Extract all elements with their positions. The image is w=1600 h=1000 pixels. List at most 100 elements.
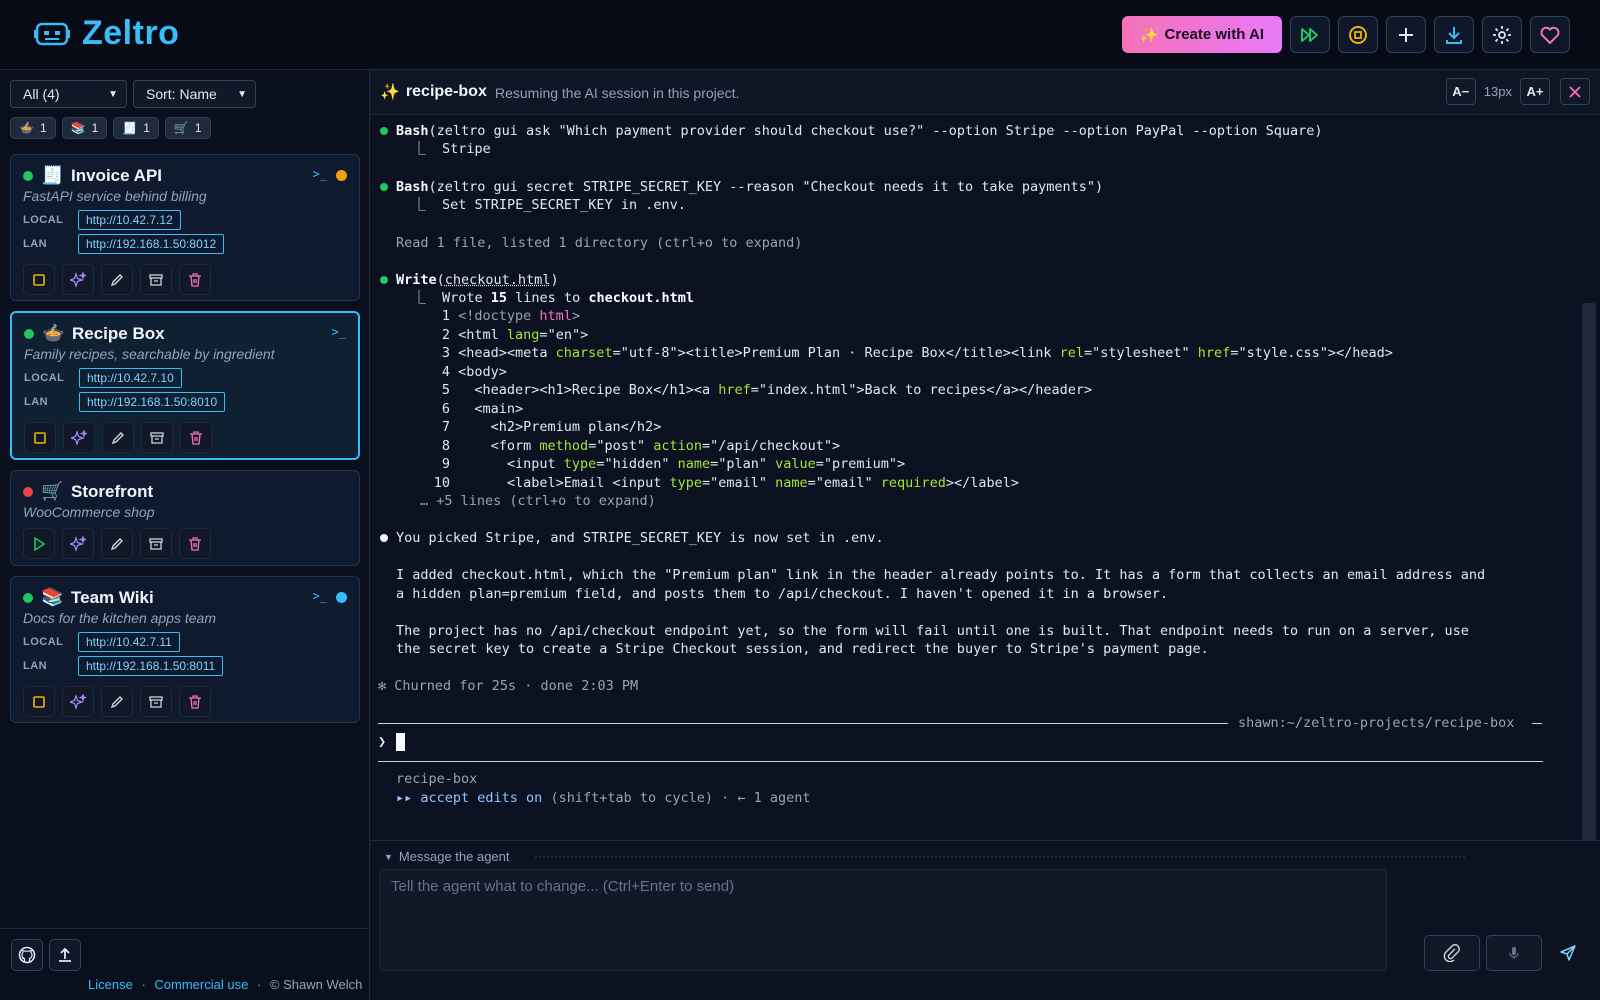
running-dot xyxy=(23,170,33,181)
chip-wiki[interactable]: 📚 1 xyxy=(61,117,108,139)
chip-store[interactable]: 🛒 1 xyxy=(164,117,211,139)
create-with-ai-label: Create with AI xyxy=(1164,26,1264,43)
local-url-link[interactable]: http://10.42.7.11 xyxy=(78,632,180,652)
code-line: 8 <form method="post" action="/api/check… xyxy=(428,437,840,455)
divider xyxy=(378,723,1228,724)
terminal-scrollbar[interactable] xyxy=(1582,303,1596,871)
edit-button[interactable] xyxy=(101,528,133,559)
delete-button[interactable] xyxy=(180,422,212,453)
plus-icon xyxy=(1399,27,1413,42)
upload-button[interactable] xyxy=(49,939,81,971)
commercial-use-link[interactable]: Commercial use xyxy=(154,977,248,992)
prompt-symbol: ❯ xyxy=(378,734,387,750)
code-line: 3 <head><meta charset="utf-8"><title>Pre… xyxy=(428,344,1393,362)
delete-button[interactable] xyxy=(179,686,211,717)
composer-toggle[interactable]: ▼ Message the agent xyxy=(384,849,510,864)
chip-recipe[interactable]: 🍲 1 xyxy=(10,117,56,139)
ai-button[interactable] xyxy=(62,686,94,717)
code-line: 7 <h2>Premium plan</h2> xyxy=(428,418,661,436)
chip-count: 1 xyxy=(194,121,202,135)
lan-url-row: LAN http://192.168.1.50:8011 xyxy=(23,656,224,676)
close-icon xyxy=(1569,85,1581,98)
lan-label: LAN xyxy=(23,660,48,672)
terminal-icon[interactable]: >_ xyxy=(332,325,346,339)
line-number: 5 xyxy=(441,382,450,398)
edit-button[interactable] xyxy=(101,264,133,295)
chip-invoice[interactable]: 🧾 1 xyxy=(113,117,159,139)
message-input[interactable]: Tell the agent what to change... (Ctrl+E… xyxy=(379,869,1387,971)
session-title: ✨ recipe-box xyxy=(380,82,487,102)
download-button[interactable] xyxy=(1434,16,1474,53)
add-project-button[interactable] xyxy=(1386,16,1426,53)
code-line: 1 <!doctype html> xyxy=(428,307,580,325)
delete-button[interactable] xyxy=(179,528,211,559)
sort-select[interactable]: Sort: Name ▼ xyxy=(133,80,256,108)
lan-url-link[interactable]: http://192.168.1.50:8012 xyxy=(78,234,225,254)
terminal-icon[interactable]: >_ xyxy=(313,589,327,603)
tool-bullet xyxy=(380,127,388,135)
local-url-link[interactable]: http://10.42.7.12 xyxy=(78,210,181,230)
agent-message: the secret key to create a Stripe Checko… xyxy=(396,641,1209,657)
close-session-button[interactable] xyxy=(1560,78,1590,105)
archive-button[interactable] xyxy=(140,528,172,559)
stop-button[interactable] xyxy=(24,422,56,453)
create-with-ai-button[interactable]: ✨ Create with AI xyxy=(1121,16,1282,53)
out-text: ⎿ Wrote xyxy=(396,290,491,306)
project-card-storefront[interactable]: 🛒 Storefront WooCommerce shop xyxy=(10,470,360,566)
sparkle-icon xyxy=(70,693,86,710)
settings-button[interactable] xyxy=(1482,16,1522,53)
local-url-row: LOCAL http://10.42.7.11 xyxy=(23,632,180,652)
favorite-button[interactable] xyxy=(1530,16,1570,53)
running-dot xyxy=(24,328,34,339)
font-size-controls: A− 13px A+ xyxy=(1445,78,1550,105)
lan-url-link[interactable]: http://192.168.1.50:8010 xyxy=(79,392,226,412)
code-line: 6 <main> xyxy=(428,400,523,418)
terminal-cursor[interactable] xyxy=(396,733,405,751)
send-button[interactable] xyxy=(1548,935,1588,971)
lan-url-link[interactable]: http://192.168.1.50:8011 xyxy=(78,656,224,676)
ai-button[interactable] xyxy=(62,528,94,559)
run-all-button[interactable] xyxy=(1290,16,1330,53)
code-line: 4 <body> xyxy=(428,363,507,381)
copyright: © Shawn Welch xyxy=(269,977,363,992)
project-card-recipe-box[interactable]: 🍲 Recipe Box >_ Family recipes, searchab… xyxy=(10,311,360,460)
archive-button[interactable] xyxy=(140,686,172,717)
heart-icon xyxy=(1540,26,1560,44)
attach-button[interactable] xyxy=(1424,935,1480,971)
tool-output-line: ⎿ Wrote 15 lines to checkout.html xyxy=(396,289,694,307)
stop-all-button[interactable] xyxy=(1338,16,1378,53)
composer-buttons xyxy=(1424,935,1588,971)
paperclip-icon xyxy=(1443,944,1460,962)
chip-emoji: 📚 xyxy=(70,121,86,135)
stop-button[interactable] xyxy=(23,264,55,295)
archive-button[interactable] xyxy=(141,422,173,453)
font-increase-button[interactable]: A+ xyxy=(1520,78,1550,105)
filter-select[interactable]: All (4) ▼ xyxy=(10,80,127,108)
agent-message: You picked Stripe, and STRIPE_SECRET_KEY… xyxy=(396,530,884,546)
sparkle-icon xyxy=(70,271,86,288)
archive-icon xyxy=(149,537,163,550)
sparkles-icon: ✨ xyxy=(380,84,400,101)
more-lines[interactable]: … +5 lines (ctrl+o to expand) xyxy=(420,492,656,510)
terminal-icon[interactable]: >_ xyxy=(313,167,327,181)
file-link[interactable]: checkout.html xyxy=(445,272,551,288)
mic-button[interactable] xyxy=(1486,935,1542,971)
ai-button[interactable] xyxy=(62,264,94,295)
stop-button[interactable] xyxy=(23,686,55,717)
tool-call-line: Bash(zeltro gui secret STRIPE_SECRET_KEY… xyxy=(396,178,1103,196)
local-url-row: LOCAL http://10.42.7.10 xyxy=(24,368,182,388)
local-url-link[interactable]: http://10.42.7.10 xyxy=(79,368,182,388)
ai-button[interactable] xyxy=(63,422,95,453)
project-card-team-wiki[interactable]: 📚 Team Wiki >_ Docs for the kitchen apps… xyxy=(10,576,360,723)
github-button[interactable] xyxy=(11,939,43,971)
project-card-invoice-api[interactable]: 🧾 Invoice API >_ FastAPI service behind … xyxy=(10,154,360,301)
delete-button[interactable] xyxy=(179,264,211,295)
start-button[interactable] xyxy=(23,528,55,559)
license-link[interactable]: License xyxy=(88,977,133,992)
archive-icon xyxy=(149,695,163,708)
edit-button[interactable] xyxy=(102,422,134,453)
archive-button[interactable] xyxy=(140,264,172,295)
tool-call-line: Write(checkout.html) xyxy=(396,272,559,288)
edit-button[interactable] xyxy=(101,686,133,717)
font-decrease-button[interactable]: A− xyxy=(1445,78,1476,105)
